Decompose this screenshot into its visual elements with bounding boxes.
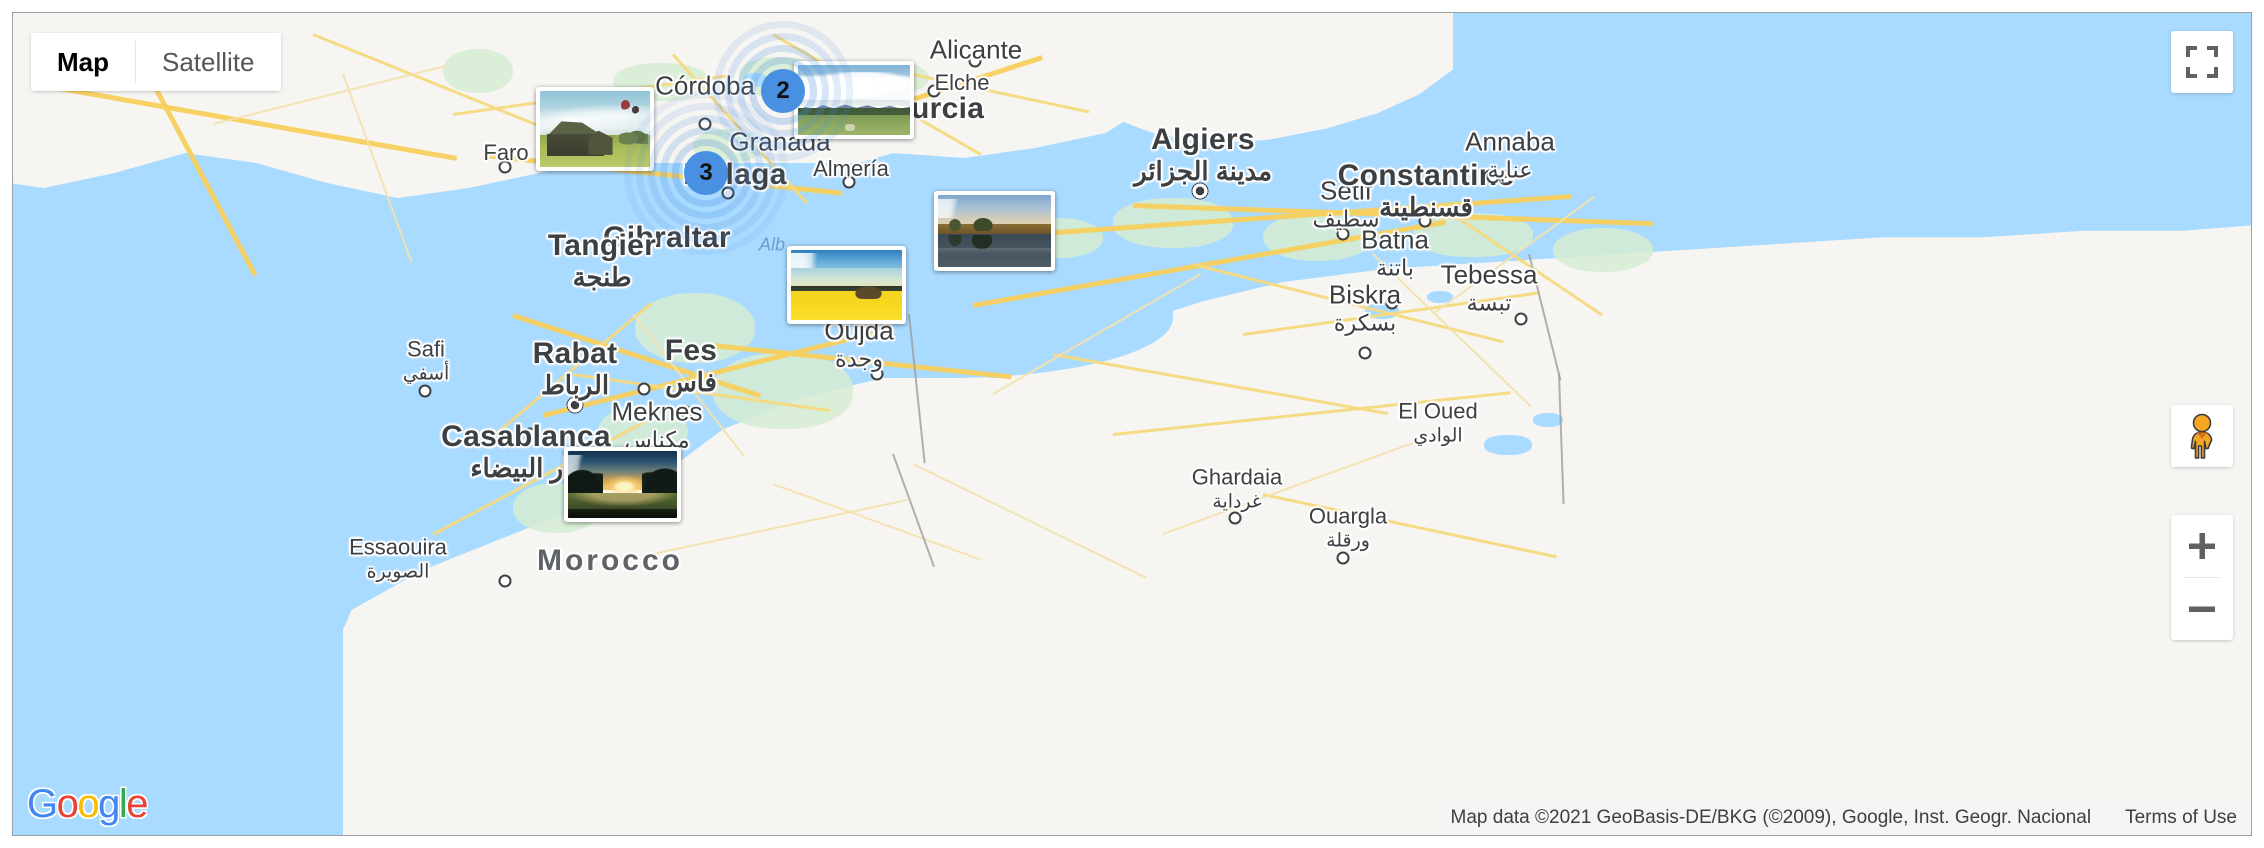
plus-icon [2189, 533, 2215, 559]
vegetation-patch [1553, 228, 1653, 272]
zoom-out-button[interactable] [2171, 578, 2233, 640]
city-dot [1228, 511, 1242, 525]
city-dot [1336, 551, 1350, 565]
map-type-control[interactable]: Map Satellite [31, 33, 281, 91]
cluster-count-badge[interactable]: 3 [684, 151, 728, 195]
photo-thumbnail [568, 451, 677, 518]
fullscreen-icon [2186, 46, 2218, 78]
map-canvas[interactable]: Morocco Alb Córdoba Granada Almería Alicante E… [13, 13, 2251, 835]
vegetation-patch [635, 293, 755, 363]
terms-of-use-link[interactable]: Terms of Use [2125, 807, 2237, 829]
zoom-in-button[interactable] [2171, 515, 2233, 577]
map-type-button-satellite[interactable]: Satellite [136, 33, 281, 91]
pegman-icon [2190, 413, 2213, 459]
photo-thumbnail [798, 65, 910, 135]
photo-thumbnail-layer [798, 72, 910, 100]
lake [1484, 435, 1532, 455]
city-dot [1358, 346, 1372, 360]
city-dot [1336, 227, 1350, 241]
photo-thumbnail-layer [853, 285, 885, 299]
city-dot [968, 54, 982, 68]
map-data-attribution: Map data ©2021 GeoBasis-DE/BKG (©2009), … [1450, 807, 2092, 828]
street-view-pegman-button[interactable] [2171, 405, 2233, 467]
photo-thumbnail-layer [947, 235, 963, 249]
city-dot [498, 160, 512, 174]
google-logo-letter: o [77, 782, 99, 826]
photo-marker[interactable] [536, 87, 654, 171]
photo-marker[interactable] [787, 246, 906, 324]
fullscreen-button[interactable] [2171, 31, 2233, 93]
google-logo-letter: G [27, 782, 58, 826]
city-dot [842, 175, 856, 189]
google-map[interactable]: Morocco Alb Córdoba Granada Almería Alicante E… [12, 12, 2252, 836]
photo-thumbnail [938, 195, 1051, 267]
minus-icon [2189, 606, 2215, 612]
photo-thumbnail-layer [632, 106, 639, 114]
photo-thumbnail-layer [971, 216, 995, 231]
city-dot [498, 574, 512, 588]
photo-thumbnail-layer [568, 492, 677, 508]
google-logo-letter: g [98, 782, 120, 826]
city-dot [927, 84, 941, 98]
photo-thumbnail-layer [619, 127, 648, 151]
city-dot [523, 427, 537, 441]
photo-thumbnail-layer [938, 199, 1051, 219]
photo-marker[interactable] [794, 61, 914, 139]
city-dot [721, 186, 735, 200]
city-dot [679, 405, 693, 419]
city-dot [1486, 170, 1500, 184]
photo-marker[interactable] [934, 191, 1055, 271]
city-dot [1514, 312, 1528, 326]
google-logo[interactable]: Google [27, 782, 148, 827]
capital-city-dot [566, 396, 584, 414]
photo-thumbnail [791, 250, 902, 320]
city-dot [870, 367, 884, 381]
photo-marker[interactable] [564, 447, 681, 522]
city-dot [637, 382, 651, 396]
photo-thumbnail-layer [845, 123, 856, 131]
map-type-button-map[interactable]: Map [31, 33, 135, 91]
google-logo-letter: e [126, 782, 148, 826]
city-dot [1385, 296, 1399, 310]
photo-thumbnail-layer [621, 100, 631, 110]
photo-thumbnail-layer [568, 508, 677, 518]
photo-thumbnail-layer [791, 252, 902, 270]
zoom-control[interactable] [2171, 515, 2233, 640]
city-dot [1418, 214, 1432, 228]
city-dot [418, 384, 432, 398]
photo-thumbnail-layer [791, 290, 902, 320]
vegetation-patch [443, 49, 513, 93]
cluster-count-badge[interactable]: 2 [761, 69, 805, 113]
attribution-bar: Map data ©2021 GeoBasis-DE/BKG (©2009), … [1432, 801, 2251, 835]
photo-thumbnail-layer [791, 268, 902, 288]
google-logo-letter: o [56, 782, 79, 826]
photo-thumbnail [540, 91, 650, 167]
photo-thumbnail-layer [948, 218, 962, 231]
photo-thumbnail-layer [938, 248, 1051, 255]
city-dot [698, 117, 712, 131]
capital-city-dot [1191, 182, 1209, 200]
